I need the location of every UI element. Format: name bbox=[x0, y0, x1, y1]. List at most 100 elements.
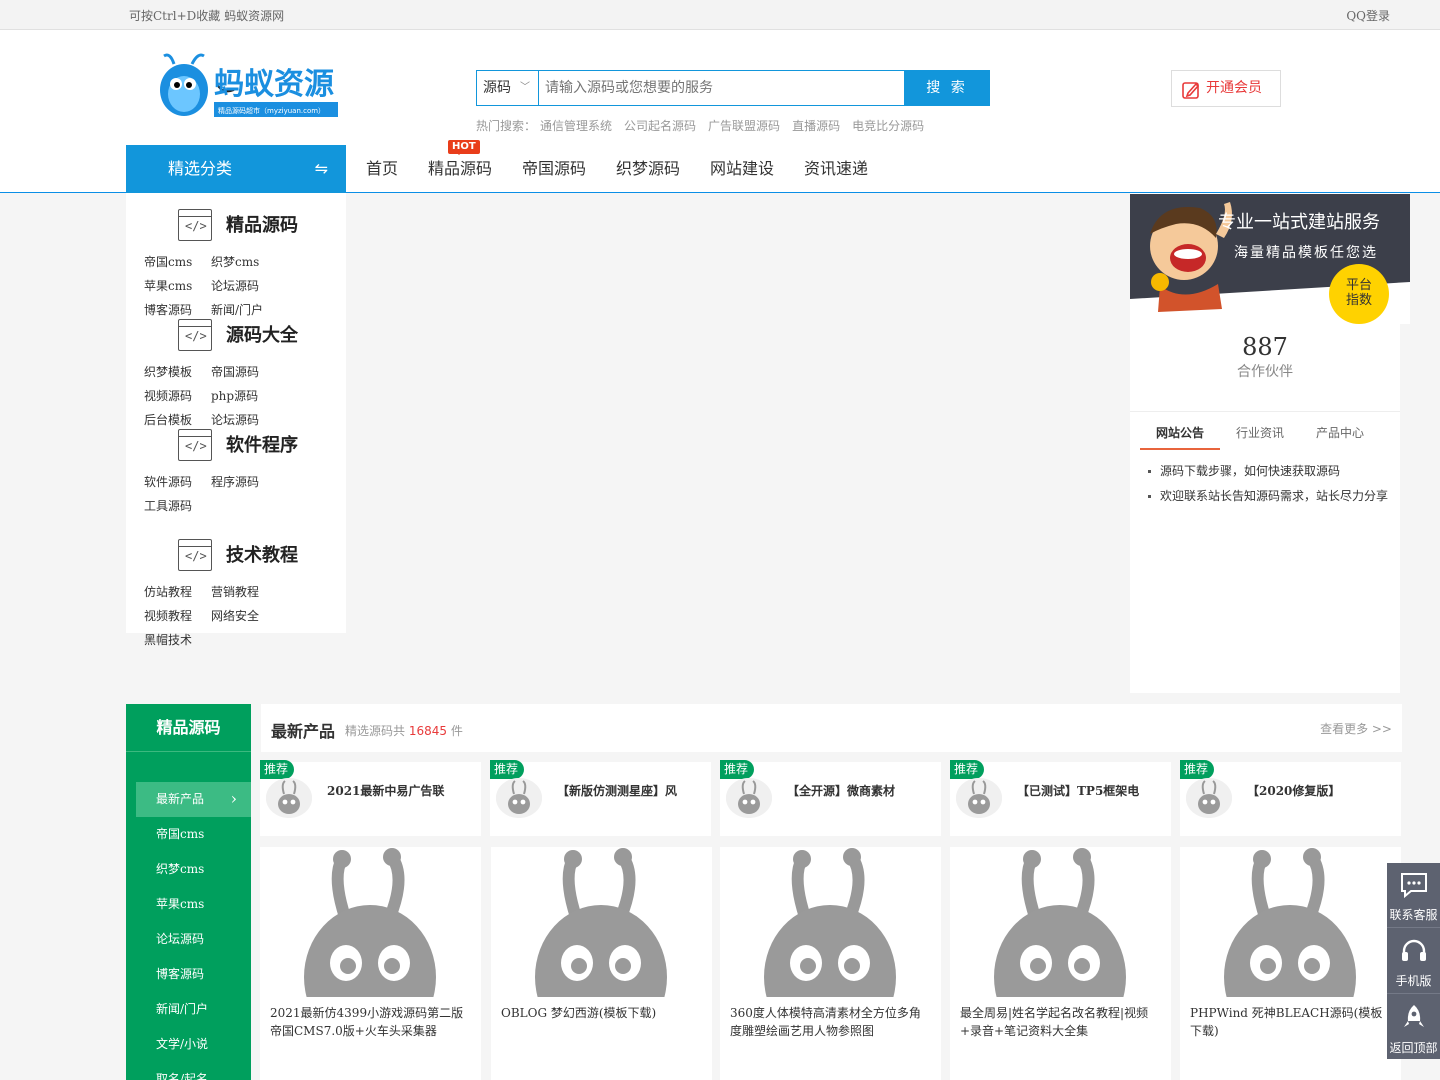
notice-item[interactable]: 欢迎联系站长告知源码需求，站长尽力分享 bbox=[1148, 484, 1388, 509]
platform-index-badge: 平台 指数 bbox=[1329, 264, 1389, 324]
sidebar-item[interactable]: 新闻/门户 bbox=[136, 992, 251, 1027]
promo-banner[interactable]: 专业一站式建站服务 海量精品模板任您选 平台 指数 bbox=[1130, 194, 1410, 324]
site-logo[interactable]: 蚂蚁资源 精品源码超市（myziyuan.com） bbox=[158, 50, 348, 120]
product-card[interactable]: OBLOG 梦幻西游(模板下载) bbox=[491, 847, 712, 1080]
category-title[interactable]: 精品源码 bbox=[226, 211, 298, 237]
sidebar-item[interactable]: 文学/小说 bbox=[136, 1027, 251, 1062]
tab-products[interactable]: 产品中心 bbox=[1316, 424, 1364, 441]
category-link[interactable]: 程序源码 bbox=[211, 470, 278, 494]
recommended-title: 【已测试】TP5框架电 bbox=[1017, 784, 1140, 798]
product-card[interactable]: 2021最新仿4399小游戏源码第二版帝国CMS7.0版+火车头采集器 bbox=[260, 847, 481, 1080]
hot-search-term[interactable]: 广告联盟源码 bbox=[708, 119, 780, 133]
nav-home[interactable]: 首页 bbox=[366, 145, 398, 193]
category-link[interactable]: 织梦模板 bbox=[144, 360, 211, 384]
category-link[interactable]: 视频教程 bbox=[144, 604, 211, 628]
nav-website-build[interactable]: 网站建设 bbox=[710, 145, 774, 193]
hot-search-term[interactable]: 电竞比分源码 bbox=[852, 119, 924, 133]
category-link[interactable]: php源码 bbox=[211, 384, 278, 408]
ant-logo-icon: 蚂蚁资源 精品源码超市（myziyuan.com） bbox=[160, 53, 338, 117]
category-title[interactable]: 技术教程 bbox=[226, 541, 298, 567]
sidebar-item[interactable]: 苹果cms bbox=[136, 887, 251, 922]
category-link[interactable]: 苹果cms bbox=[144, 274, 211, 298]
sidebar-item[interactable]: 博客源码 bbox=[136, 957, 251, 992]
svg-text:精品源码超市（myziyuan.com）: 精品源码超市（myziyuan.com） bbox=[218, 106, 325, 115]
view-more-link[interactable]: 查看更多 >> bbox=[1320, 720, 1392, 737]
category-link[interactable]: 黑帽技术 bbox=[144, 628, 211, 652]
product-title[interactable]: 360度人体模特高清素材全方位多角度雕塑绘画艺用人物参照图 bbox=[730, 1004, 930, 1040]
products-header: 最新产品 精选源码共 16845 件 查看更多 >> bbox=[261, 704, 1402, 752]
sidebar-item[interactable]: 论坛源码 bbox=[136, 922, 251, 957]
product-card[interactable]: 360度人体模特高清素材全方位多角度雕塑绘画艺用人物参照图 bbox=[720, 847, 941, 1080]
category-link[interactable]: 仿站教程 bbox=[144, 580, 211, 604]
product-thumbnail[interactable] bbox=[260, 847, 481, 997]
recommended-item[interactable]: 推荐【已测试】TP5框架电 bbox=[950, 760, 1171, 836]
nav-empire-source[interactable]: 帝国源码 bbox=[522, 145, 586, 193]
nav-dede-source[interactable]: 织梦源码 bbox=[616, 145, 680, 193]
product-thumbnail[interactable] bbox=[1180, 847, 1401, 997]
category-link[interactable]: 软件源码 bbox=[144, 470, 211, 494]
search-button[interactable]: 搜 索 bbox=[904, 70, 990, 106]
category-link[interactable]: 网络安全 bbox=[211, 604, 278, 628]
product-title[interactable]: PHPWind 死神BLEACH源码(模板下载) bbox=[1190, 1004, 1390, 1040]
search-category-select[interactable]: 源码 ﹀ bbox=[477, 71, 539, 105]
category-link[interactable]: 论坛源码 bbox=[211, 408, 278, 432]
svg-text:蚂蚁资源: 蚂蚁资源 bbox=[214, 67, 334, 102]
recommended-title: 【全开源】微商素材 bbox=[787, 784, 896, 798]
sidebar-item[interactable]: 织梦cms bbox=[136, 852, 251, 887]
sidebar-item[interactable]: 帝国cms bbox=[136, 817, 251, 852]
category-link[interactable]: 论坛源码 bbox=[211, 274, 278, 298]
category-title[interactable]: 软件程序 bbox=[226, 431, 298, 457]
products-title: 最新产品 bbox=[271, 722, 336, 741]
product-thumbnail[interactable] bbox=[720, 847, 941, 997]
category-link[interactable]: 视频源码 bbox=[144, 384, 211, 408]
back-to-top-button[interactable]: 返回顶部 bbox=[1387, 995, 1440, 1060]
tab-announcements[interactable]: 网站公告 bbox=[1156, 424, 1204, 441]
tab-industry-news[interactable]: 行业资讯 bbox=[1236, 424, 1284, 441]
product-avatar bbox=[266, 778, 312, 818]
category-link[interactable]: 营销教程 bbox=[211, 580, 278, 604]
recommend-tag: 推荐 bbox=[950, 760, 985, 779]
category-link[interactable]: 新闻/门户 bbox=[211, 298, 278, 322]
product-title[interactable]: 最全周易|姓名学起名改名教程|视频+录音+笔记资料大全集 bbox=[960, 1004, 1160, 1040]
banner-title: 专业一站式建站服务 bbox=[1218, 212, 1380, 233]
hot-search-term[interactable]: 直播源码 bbox=[792, 119, 840, 133]
partner-stat: 887 合作伙伴 bbox=[1130, 333, 1400, 381]
sidebar-item[interactable]: 取名/起名 bbox=[136, 1062, 251, 1080]
category-link[interactable]: 帝国源码 bbox=[211, 360, 278, 384]
product-thumbnail[interactable] bbox=[491, 847, 712, 997]
product-title[interactable]: OBLOG 梦幻西游(模板下载) bbox=[501, 1004, 701, 1022]
product-card[interactable]: 最全周易|姓名学起名改名教程|视频+录音+笔记资料大全集 bbox=[950, 847, 1171, 1080]
hot-search-term[interactable]: 公司起名源码 bbox=[624, 119, 696, 133]
recommended-item[interactable]: 推荐 【新版仿测测星座】风 bbox=[490, 760, 711, 836]
search-input[interactable] bbox=[539, 71, 905, 105]
partner-label: 合作伙伴 bbox=[1237, 364, 1293, 380]
count-value: 16845 bbox=[408, 724, 448, 738]
mobile-version-button[interactable]: 手机版 bbox=[1387, 929, 1440, 994]
chat-icon bbox=[1401, 873, 1427, 899]
recommended-title: 【2020修复版】 bbox=[1247, 784, 1341, 798]
recommended-item[interactable]: 推荐【全开源】微商素材 bbox=[720, 760, 941, 836]
sidebar-item-latest[interactable]: 最新产品 bbox=[136, 781, 251, 817]
section-sidebar: 精品源码 最新产品 帝国cms 织梦cms 苹果cms 论坛源码 博客源码 新闻… bbox=[126, 704, 251, 1080]
product-card[interactable]: PHPWind 死神BLEACH源码(模板下载) bbox=[1180, 847, 1401, 1080]
category-link[interactable]: 帝国cms bbox=[144, 250, 211, 274]
right-panel: 专业一站式建站服务 海量精品模板任您选 平台 指数 887 合作伙伴 网站公告 … bbox=[1130, 193, 1410, 693]
hot-search-term[interactable]: 通信管理系统 bbox=[540, 119, 612, 133]
category-menu-toggle[interactable]: 精选分类 ⇋ bbox=[126, 145, 346, 193]
rocket-icon bbox=[1404, 1005, 1424, 1027]
product-title[interactable]: 2021最新仿4399小游戏源码第二版帝国CMS7.0版+火车头采集器 bbox=[270, 1004, 470, 1040]
category-title[interactable]: 源码大全 bbox=[226, 321, 298, 347]
active-tab-underline bbox=[1140, 448, 1220, 450]
vip-button[interactable]: 开通会员 bbox=[1171, 70, 1281, 107]
recommended-item[interactable]: 推荐 【2020修复版】 bbox=[1180, 760, 1401, 836]
category-link[interactable]: 工具源码 bbox=[144, 494, 211, 518]
recommended-item[interactable]: 推荐 2021最新中易广告联 bbox=[260, 760, 481, 836]
notice-item[interactable]: 源码下载步骤，如何快速获取源码 bbox=[1148, 459, 1388, 484]
customer-service-button[interactable]: 联系客服 bbox=[1387, 863, 1440, 928]
recommend-tag: 推荐 bbox=[720, 760, 755, 779]
product-thumbnail[interactable] bbox=[950, 847, 1171, 997]
category-link[interactable]: 织梦cms bbox=[211, 250, 278, 274]
qq-login-link[interactable]: QQ登录 bbox=[1346, 7, 1390, 24]
nav-news[interactable]: 资讯速递 bbox=[804, 145, 868, 193]
badge-line: 平台 bbox=[1345, 278, 1372, 293]
